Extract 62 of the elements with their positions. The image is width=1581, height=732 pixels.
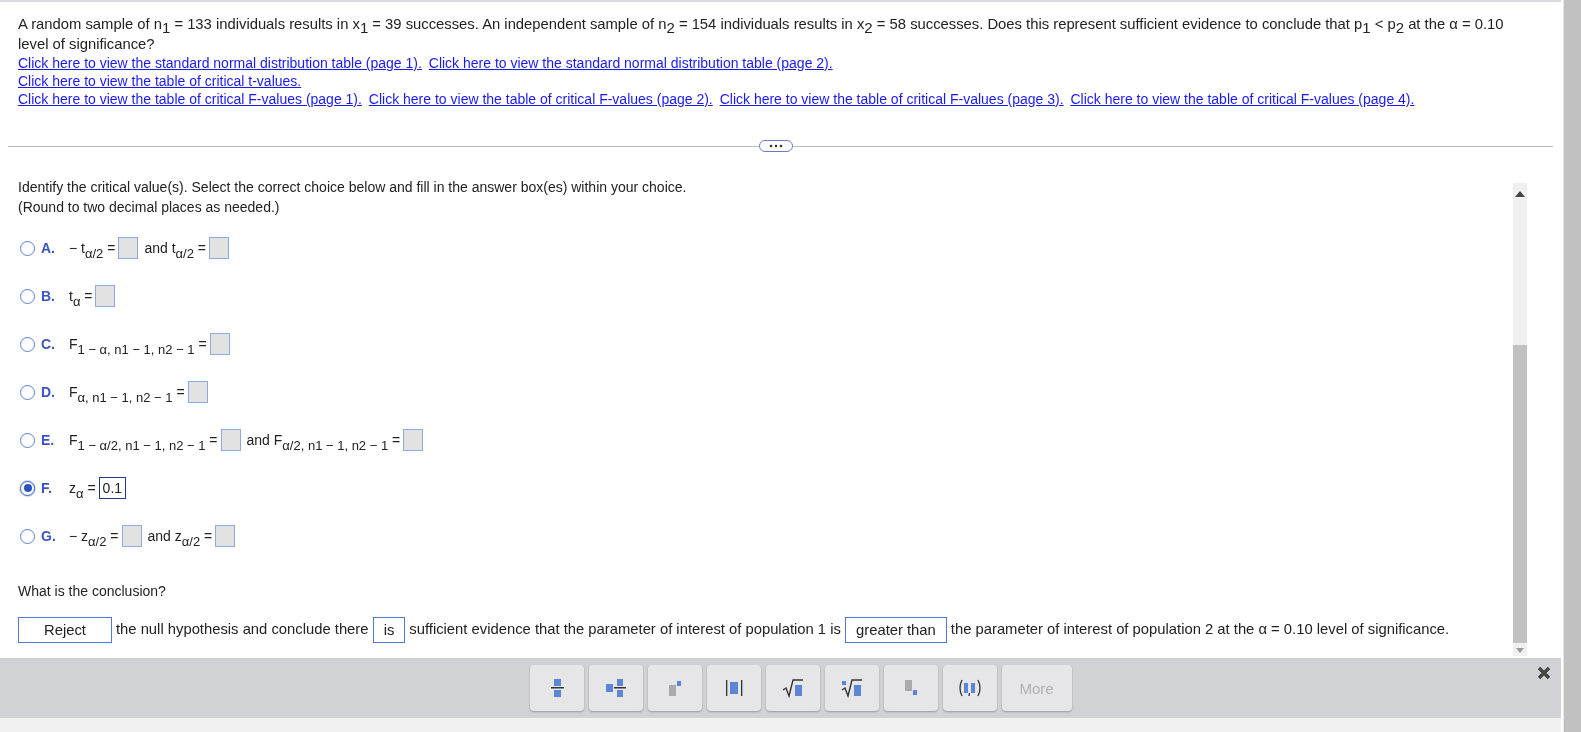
square-root-icon xyxy=(781,679,804,699)
radio-button[interactable] xyxy=(20,240,35,256)
answer-box[interactable] xyxy=(220,429,241,451)
table-link[interactable]: Click here to view the standard normal distribution table (page 1). xyxy=(18,55,422,71)
subscript-icon xyxy=(904,680,917,695)
answer-box[interactable] xyxy=(95,285,116,307)
conclusion-text: the null hypothesis and conclude there xyxy=(115,621,369,637)
mixed-number-icon xyxy=(605,679,626,697)
root-button[interactable] xyxy=(824,665,879,711)
choice-letter: E. xyxy=(41,432,56,448)
radio-button[interactable] xyxy=(20,336,35,352)
answer-box[interactable] xyxy=(403,429,424,451)
answer-box[interactable] xyxy=(215,525,236,547)
answer-dropdown[interactable]: is xyxy=(372,617,406,644)
scroll-up-icon[interactable] xyxy=(1515,191,1525,197)
scrollbar[interactable] xyxy=(1513,183,1527,656)
answer-box[interactable] xyxy=(209,333,230,355)
radio-button[interactable] xyxy=(20,384,35,400)
table-link[interactable]: Click here to view the table of critical F-values (page 2). xyxy=(368,91,713,107)
table-link[interactable]: Click here to view the standard normal distribution table (page 2). xyxy=(428,55,833,71)
subscript-button[interactable] xyxy=(883,665,938,711)
choice-letter: F. xyxy=(41,480,53,496)
choice-letter: A. xyxy=(41,240,56,256)
table-link[interactable]: Click here to view the table of critical F-values (page 4). xyxy=(1070,91,1415,107)
fraction-icon xyxy=(550,679,564,697)
abs-button[interactable] xyxy=(706,665,761,711)
answer-box[interactable] xyxy=(121,525,142,547)
expand-handle-icon[interactable] xyxy=(759,140,793,153)
radio-button[interactable] xyxy=(20,288,35,304)
choice-letter: D. xyxy=(41,384,56,400)
close-icon[interactable] xyxy=(1537,666,1551,680)
choice-letter: B. xyxy=(41,288,56,304)
answer-box[interactable]: 0.1 xyxy=(98,477,127,499)
conclusion-text: sufficient evidence that the parameter of interest of population 1 is xyxy=(409,621,841,637)
instruction-text: Identify the critical value(s). Select the correct choice below and fill in the answer box(es) within your choice. xyxy=(18,178,688,197)
conclusion-text: the parameter of interest of population 2 at the α = 0.10 level of significance. xyxy=(950,621,1450,637)
page-scrollbar[interactable] xyxy=(1563,0,1581,732)
answer-box[interactable] xyxy=(209,237,229,259)
table-link[interactable]: Click here to view the table of critical t-values. xyxy=(18,73,302,89)
radio-button[interactable] xyxy=(20,432,35,448)
fraction-button[interactable] xyxy=(529,665,584,711)
table-link[interactable]: Click here to view the table of critical F-values (page 3). xyxy=(719,91,1064,107)
choice-letter: G. xyxy=(41,528,57,544)
radio-button[interactable] xyxy=(20,480,35,496)
radio-button[interactable] xyxy=(20,528,35,544)
power-button[interactable] xyxy=(647,665,702,711)
scroll-down-icon[interactable] xyxy=(1516,648,1524,653)
answer-box[interactable] xyxy=(187,381,208,403)
answer-dropdown[interactable]: Reject xyxy=(18,617,112,644)
answer-dropdown[interactable]: greater than xyxy=(845,617,947,644)
choice-letter: C. xyxy=(41,336,56,352)
conclusion-prompt: What is the conclusion? xyxy=(18,582,167,601)
pair-button[interactable] xyxy=(942,665,997,711)
answer-box[interactable] xyxy=(118,237,139,259)
ordered-pair-icon xyxy=(958,679,981,697)
exponent-icon xyxy=(668,681,681,696)
nth-root-icon xyxy=(840,679,863,699)
mixed-button[interactable] xyxy=(588,665,643,711)
table-link[interactable]: Click here to view the table of critical F-values (page 1). xyxy=(18,91,362,107)
absolute-value-icon xyxy=(725,680,742,696)
sqrt-button[interactable] xyxy=(765,665,820,711)
rounding-hint: (Round to two decimal places as needed.) xyxy=(18,198,281,217)
